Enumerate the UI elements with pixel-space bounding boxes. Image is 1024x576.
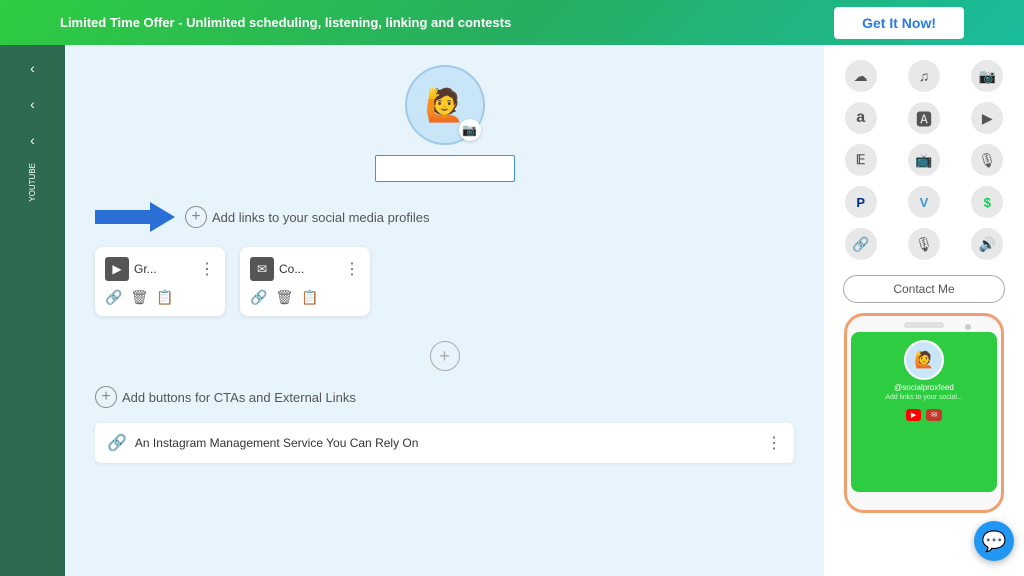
link-card-2: ✉ Co... ⋮ 🔗 🗑 📋 <box>240 247 370 316</box>
youtube-label: YOUTUBE <box>28 163 37 202</box>
contact-me-button[interactable]: Contact Me <box>843 275 1005 303</box>
audio-icon[interactable]: 🔊 <box>971 228 1003 260</box>
link-card-2-link-icon[interactable]: 🔗 <box>250 289 267 306</box>
appstore-icon[interactable]: 🅰 <box>908 102 940 134</box>
bio-text: An Instagram Management Service You Can … <box>135 436 758 450</box>
link-card-1-menu[interactable]: ⋮ <box>199 259 215 279</box>
link-card-1-icon: ▶ <box>105 257 129 281</box>
blue-arrow-icon <box>95 202 175 232</box>
spotify-icon[interactable]: ♫ <box>908 60 940 92</box>
bio-section: 🔗 An Instagram Management Service You Ca… <box>95 423 794 463</box>
sidebar-chevron-3[interactable]: ‹ <box>25 127 40 153</box>
amazon-icon[interactable]: a <box>845 102 877 134</box>
add-cta-label: Add buttons for CTAs and External Links <box>122 390 356 405</box>
phone-mail-button: ✉ <box>926 409 942 421</box>
link-card-2-menu[interactable]: ⋮ <box>344 259 360 279</box>
get-it-now-button[interactable]: Get It Now! <box>834 7 964 39</box>
link-card-2-header: ✉ Co... ⋮ <box>250 257 360 281</box>
instagram-icon[interactable]: 📷 <box>971 60 1003 92</box>
link-card-1: ▶ Gr... ⋮ 🔗 🗑 📋 <box>95 247 225 316</box>
link-card-2-copy-icon[interactable]: 📋 <box>301 289 318 306</box>
twitch-icon[interactable]: 📺 <box>908 144 940 176</box>
phone-avatar: 🙋 <box>904 340 944 380</box>
center-content: 🙋 📷 + Add links to your social media pro… <box>65 45 824 576</box>
camera-icon[interactable]: 📷 <box>459 119 481 141</box>
link-card-2-actions: 🔗 🗑 📋 <box>250 289 360 306</box>
add-social-link-button[interactable]: + Add links to your social media profile… <box>185 206 430 228</box>
soundcloud-icon[interactable]: ☁ <box>845 60 877 92</box>
podcast-icon[interactable]: 🎙 <box>971 144 1003 176</box>
plus-circle-icon: + <box>185 206 207 228</box>
phone-username: @socialproxfeed <box>894 383 954 392</box>
add-social-link-label: Add links to your social media profiles <box>212 210 430 225</box>
chat-bubble-button[interactable]: 💬 <box>974 521 1014 561</box>
right-panel: ☁ ♫ 📷 a 🅰 ▶ 𝔼 📺 🎙 P V $ 🔗 🎙 🔊 Contact Me <box>824 45 1024 576</box>
link-card-1-title: Gr... <box>134 262 194 276</box>
offer-text: Limited Time Offer - Unlimited schedulin… <box>60 15 511 30</box>
link-card-1-actions: 🔗 🗑 📋 <box>105 289 215 306</box>
main-layout: ‹ ‹ ‹ YOUTUBE 🙋 📷 + Add links to your so… <box>0 45 1024 576</box>
cashapp-icon[interactable]: $ <box>971 186 1003 218</box>
link-card-1-delete-icon[interactable]: 🗑 <box>130 289 148 306</box>
cta-plus-circle-icon: + <box>95 386 117 408</box>
social-icons-grid: ☁ ♫ 📷 a 🅰 ▶ 𝔼 📺 🎙 P V $ 🔗 🎙 🔊 <box>834 60 1014 260</box>
link-card-2-icon: ✉ <box>250 257 274 281</box>
link-card-2-delete-icon[interactable]: 🗑 <box>275 289 293 306</box>
phone-camera <box>965 324 971 330</box>
link-card-2-title: Co... <box>279 262 339 276</box>
google-play-icon[interactable]: ▶ <box>971 102 1003 134</box>
link-cards-container: ▶ Gr... ⋮ 🔗 🗑 📋 ✉ Co... ⋮ 🔗 <box>95 247 794 316</box>
bio-icon: 🔗 <box>107 433 127 453</box>
bio-menu[interactable]: ⋮ <box>766 433 782 453</box>
etsy-icon[interactable]: 𝔼 <box>845 144 877 176</box>
paypal-icon[interactable]: P <box>845 186 877 218</box>
add-more-button[interactable]: + <box>430 341 460 371</box>
link-card-1-copy-icon[interactable]: 📋 <box>156 289 173 306</box>
phone-buttons: ▶ ✉ <box>906 409 942 421</box>
sidebar-chevron-2[interactable]: ‹ <box>25 91 40 117</box>
phone-notch <box>904 322 944 328</box>
link-card-1-header: ▶ Gr... ⋮ <box>105 257 215 281</box>
link-icon[interactable]: 🔗 <box>845 228 877 260</box>
phone-youtube-button: ▶ <box>906 409 921 421</box>
add-social-links-row: + Add links to your social media profile… <box>95 202 794 232</box>
sidebar-chevron-1[interactable]: ‹ <box>25 55 40 81</box>
profile-section: 🙋 📷 <box>95 65 794 182</box>
top-banner: Limited Time Offer - Unlimited schedulin… <box>0 0 1024 45</box>
phone-screen: 🙋 @socialproxfeed Add links to your soci… <box>851 332 997 492</box>
venmo-icon[interactable]: V <box>908 186 940 218</box>
anchor-icon[interactable]: 🎙 <box>908 228 940 260</box>
add-cta-button[interactable]: + Add buttons for CTAs and External Link… <box>95 386 356 408</box>
add-cta-row: + Add buttons for CTAs and External Link… <box>95 386 794 408</box>
banner-offer-text: Limited Time Offer - Unlimited schedulin… <box>60 15 511 30</box>
profile-name-input[interactable] <box>375 155 515 182</box>
left-sidebar: ‹ ‹ ‹ YOUTUBE <box>0 45 65 576</box>
phone-mockup: 🙋 @socialproxfeed Add links to your soci… <box>844 313 1004 513</box>
link-card-1-link-icon[interactable]: 🔗 <box>105 289 122 306</box>
profile-avatar[interactable]: 🙋 📷 <box>405 65 485 145</box>
phone-link-text: Add links to your social... <box>885 394 962 401</box>
